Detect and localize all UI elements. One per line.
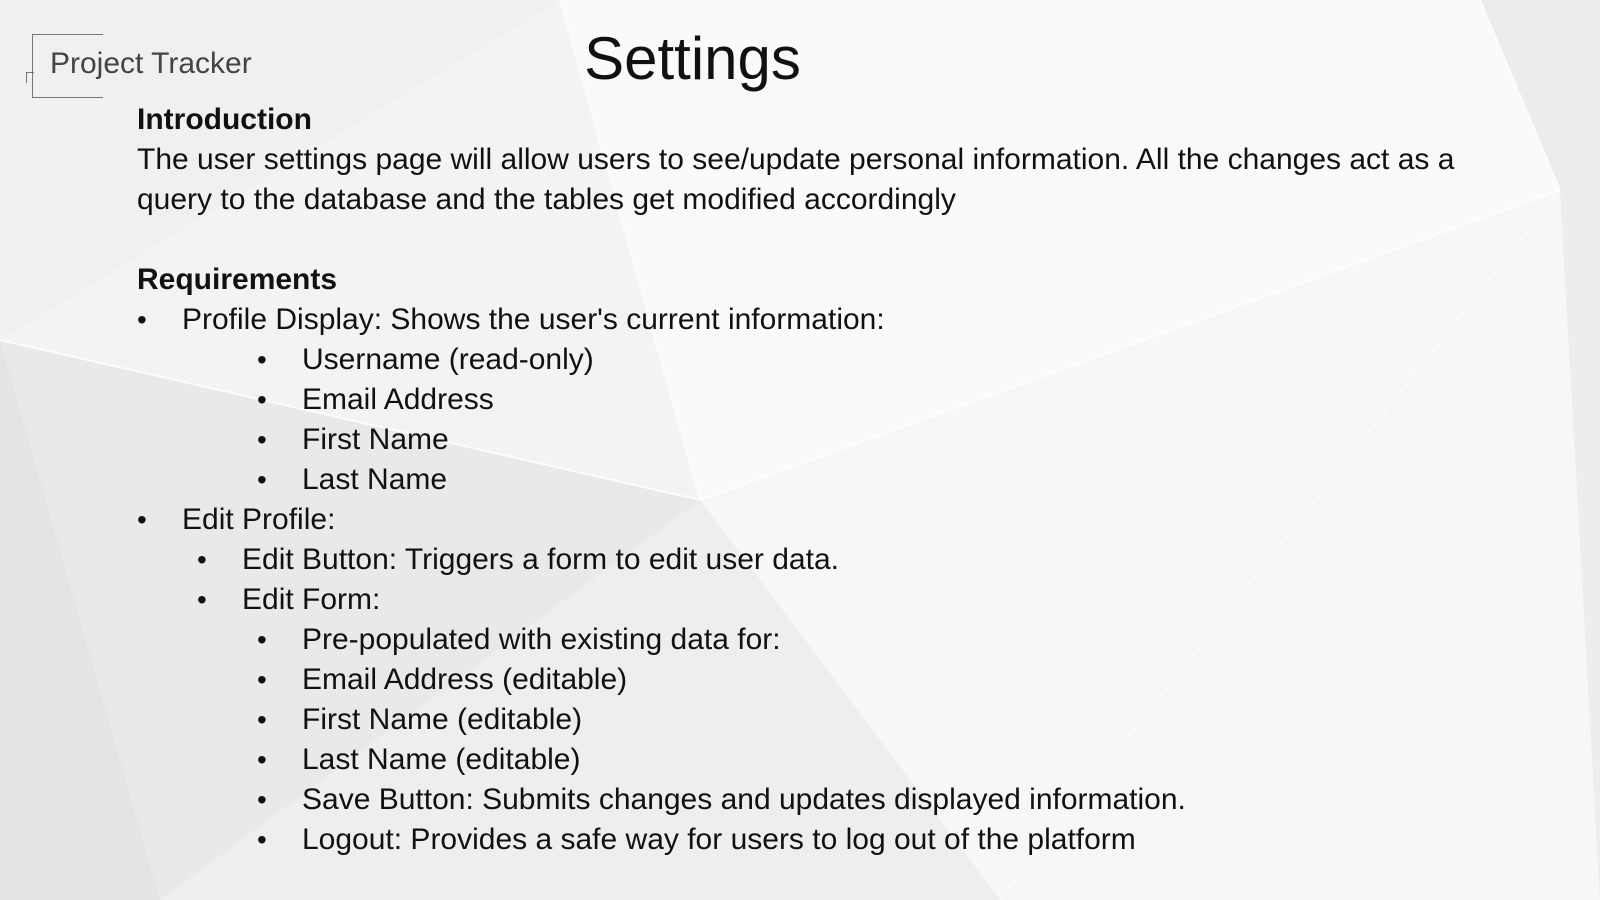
requirement-item: Logout: Provides a safe way for users to… (137, 820, 1467, 860)
requirement-item: Email Address (137, 380, 1467, 420)
requirement-item: Email Address (editable) (137, 660, 1467, 700)
requirement-item: Last Name (editable) (137, 740, 1467, 780)
requirement-item: Last Name (137, 460, 1467, 500)
requirement-item: Pre-populated with existing data for: (137, 620, 1467, 660)
requirement-item: Username (read-only) (137, 340, 1467, 380)
settings-content: Introduction The user settings page will… (137, 100, 1467, 860)
page-title: Settings (584, 25, 801, 92)
requirement-item: Edit Form: (137, 580, 1467, 620)
requirement-item: Save Button: Submits changes and updates… (137, 780, 1467, 820)
requirement-item: First Name (editable) (137, 700, 1467, 740)
requirement-item: Edit Profile: (137, 500, 1467, 540)
requirement-item: First Name (137, 420, 1467, 460)
intro-heading: Introduction (137, 103, 312, 136)
requirement-item: Profile Display: Shows the user's curren… (137, 300, 1467, 340)
intro-body: The user settings page will allow users … (137, 143, 1455, 216)
requirements-list: Profile Display: Shows the user's curren… (137, 300, 1467, 860)
requirement-item: Edit Button: Triggers a form to edit use… (137, 540, 1467, 580)
requirements-heading: Requirements (137, 263, 338, 296)
